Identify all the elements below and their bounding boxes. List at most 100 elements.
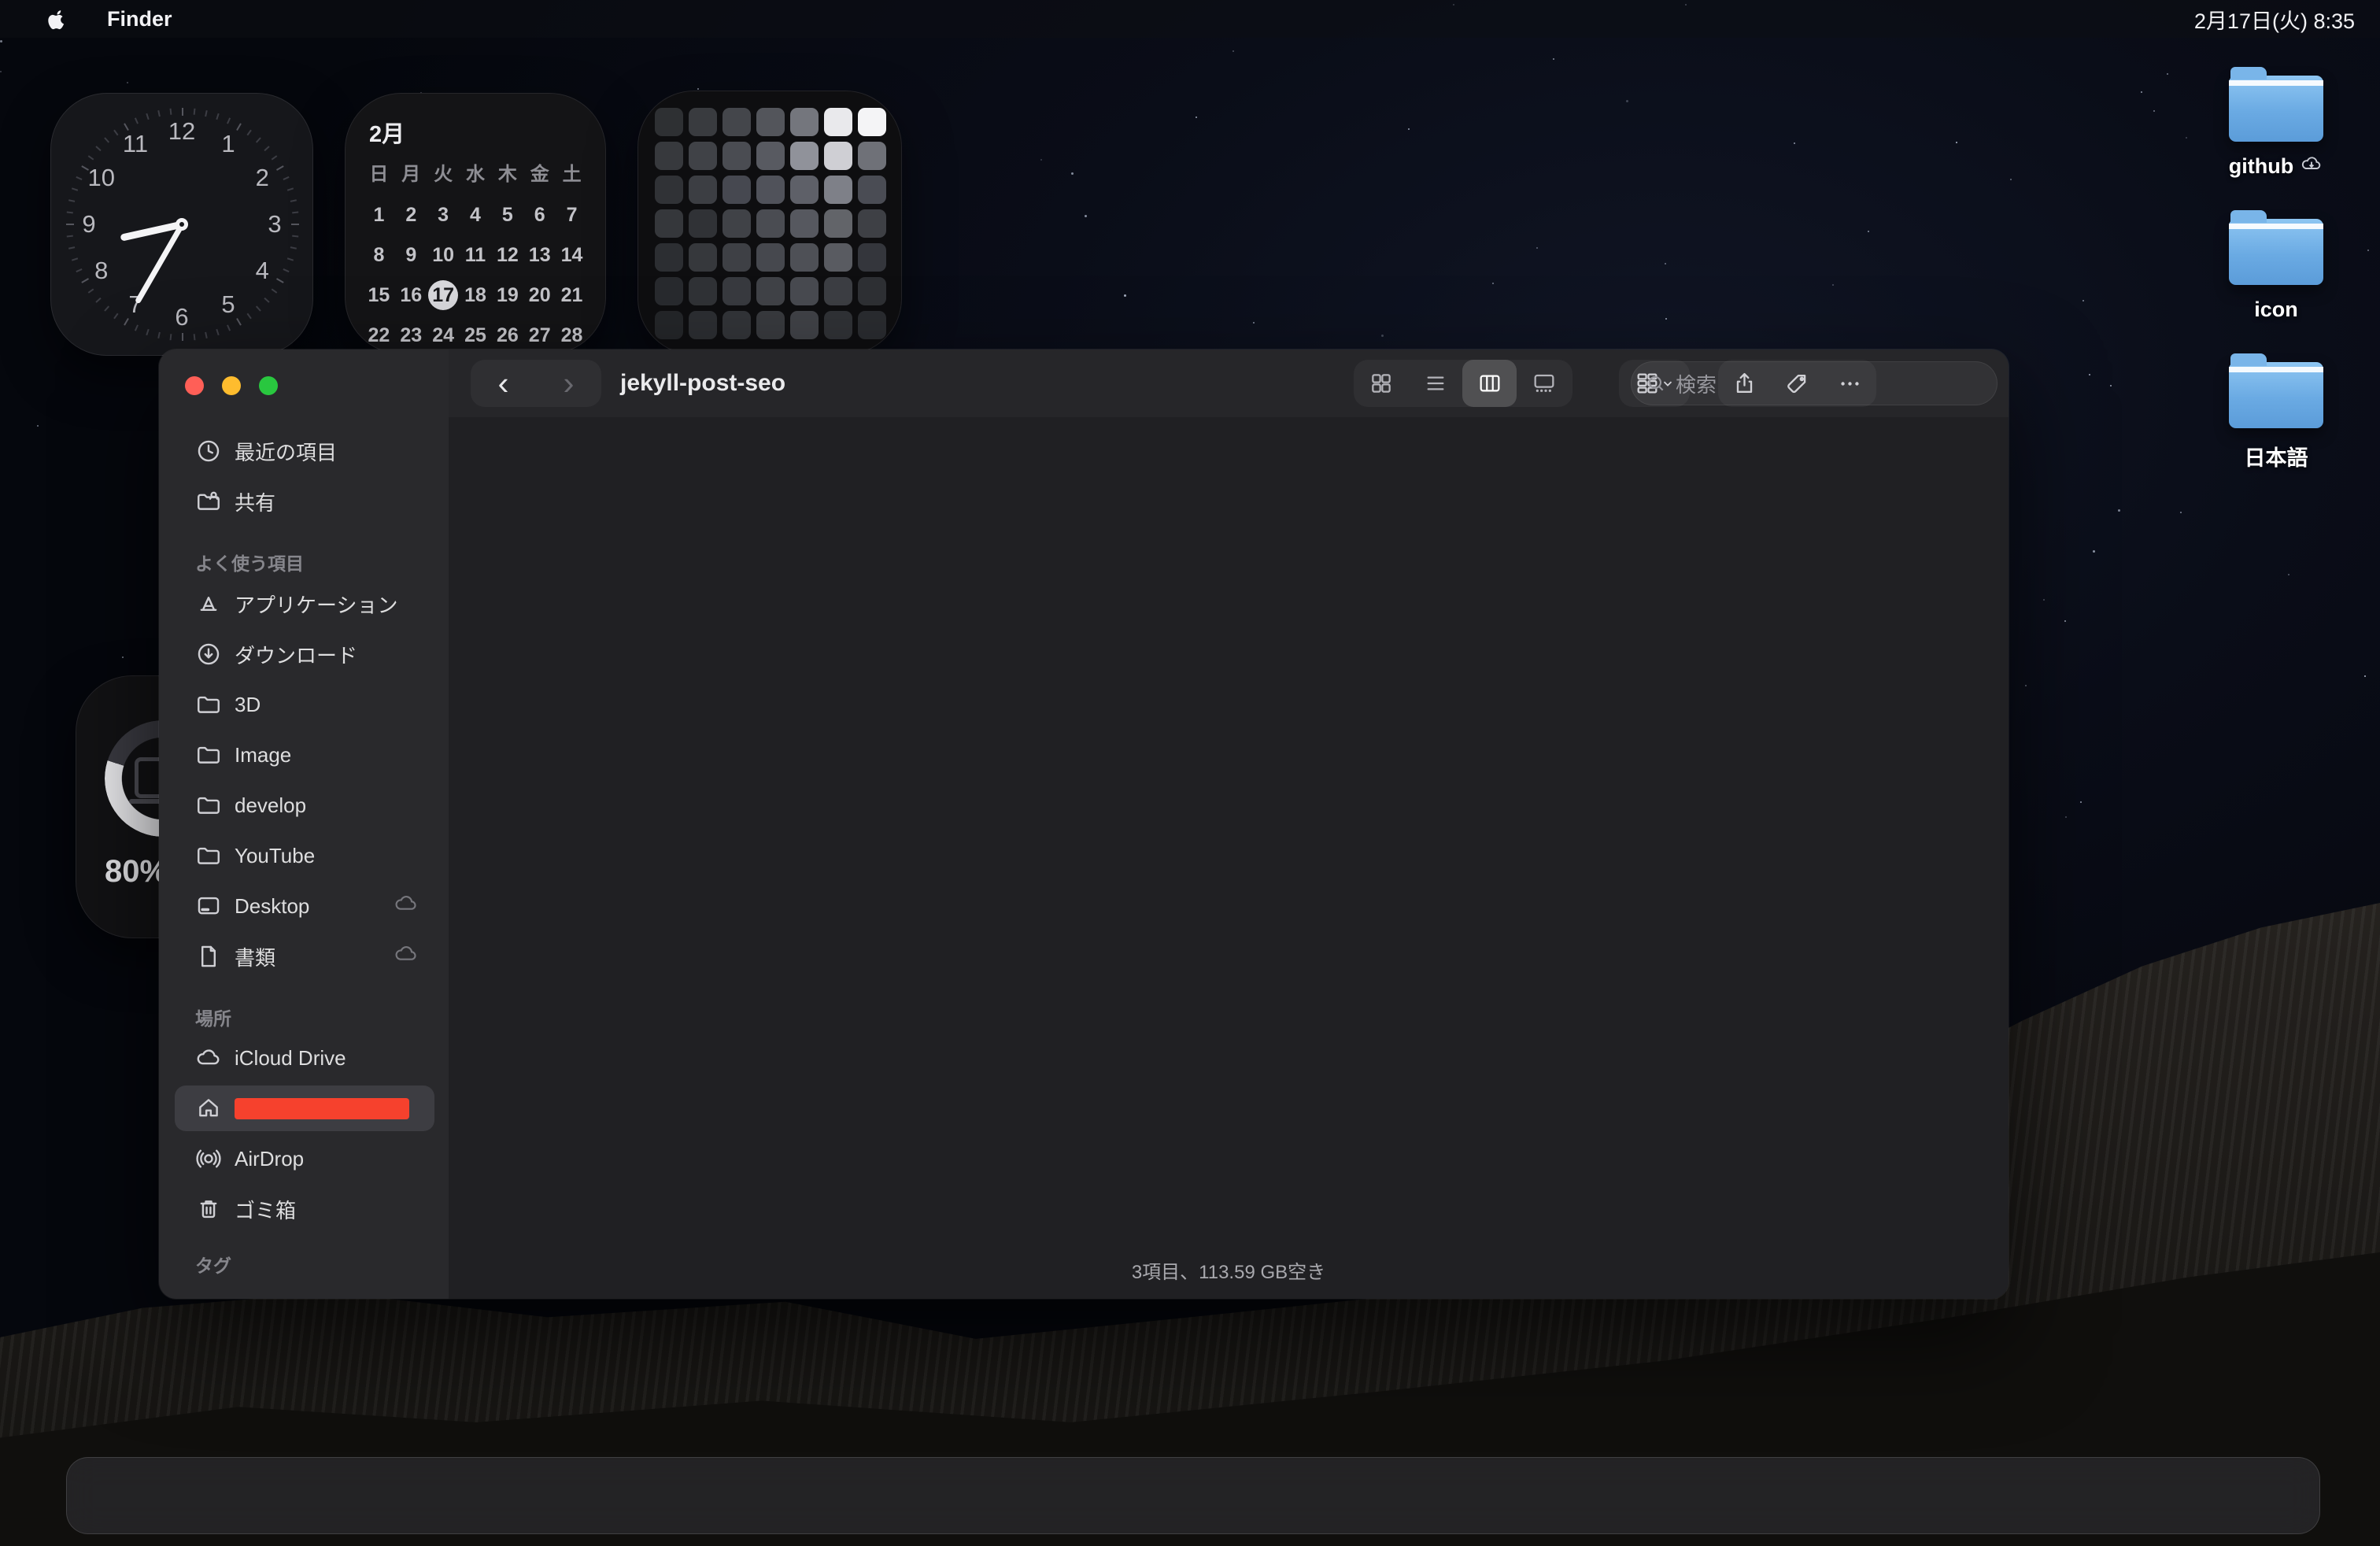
sidebar-item-YouTube[interactable]: YouTube <box>175 833 434 878</box>
calendar-day[interactable]: 23 <box>395 320 427 350</box>
clock-tick <box>88 155 94 160</box>
calendar-day[interactable]: 21 <box>556 280 588 310</box>
grid-cell <box>858 209 886 238</box>
calendar-day[interactable]: 14 <box>556 240 588 270</box>
grid-cell <box>790 108 819 136</box>
document-icon <box>195 943 222 970</box>
calendar-grid: 日月火水木金土123456789101112131415161718192021… <box>363 160 588 350</box>
clock-tick <box>205 110 208 117</box>
sidebar-item-最近の項目[interactable]: 最近の項目 <box>175 428 434 474</box>
desktop-folder-2[interactable]: icon <box>2205 219 2347 322</box>
sidebar-item-ゴミ箱[interactable]: ゴミ箱 <box>175 1186 434 1232</box>
grid-cell <box>824 142 852 170</box>
sidebar-item-Desktop[interactable]: Desktop <box>175 883 434 929</box>
search-icon <box>1646 373 1666 394</box>
star <box>1040 159 1042 161</box>
clock-number: 2 <box>246 162 278 194</box>
calendar-day[interactable]: 12 <box>491 240 523 270</box>
calendar-day[interactable]: 28 <box>556 320 588 350</box>
star <box>0 40 2 43</box>
view-columns-button[interactable] <box>1462 360 1517 407</box>
star <box>1665 318 1667 320</box>
calendar-day[interactable]: 25 <box>460 320 492 350</box>
sidebar-item-ダウンロード[interactable]: ダウンロード <box>175 631 434 677</box>
menu-bar-clock[interactable]: 2月17日(火) 8:35 <box>2186 4 2363 35</box>
calendar-weekday: 日 <box>363 160 395 190</box>
star <box>2167 73 2168 75</box>
calendar-day[interactable]: 13 <box>523 240 556 270</box>
clock-tick <box>170 109 172 115</box>
desktop-folder-1[interactable]: github <box>2205 76 2347 179</box>
calendar-day[interactable]: 5 <box>491 200 523 230</box>
sidebar-item-label: YouTube <box>235 844 315 868</box>
sidebar-item-label: Desktop <box>235 894 309 919</box>
menu-app-name[interactable]: Finder <box>88 0 191 38</box>
apple-menu-icon[interactable] <box>27 0 88 38</box>
clock-tick <box>272 288 278 293</box>
sidebar-item-iCloud Drive[interactable]: iCloud Drive <box>175 1035 434 1081</box>
clock-tick <box>113 130 118 136</box>
calendar-day[interactable]: 20 <box>523 280 556 310</box>
calendar-day[interactable]: 27 <box>523 320 556 350</box>
back-button[interactable]: ‹ <box>498 364 509 402</box>
zoom-button[interactable] <box>259 376 278 395</box>
clock-tick <box>170 334 172 340</box>
view-grid-button[interactable] <box>1354 360 1408 407</box>
desktop-folder-3[interactable]: 日本語 <box>2205 362 2347 472</box>
clock-tick <box>264 146 269 151</box>
calendar-day[interactable]: 15 <box>363 280 395 310</box>
clock-tick <box>95 146 101 151</box>
calendar-day[interactable]: 24 <box>427 320 460 350</box>
grid-cell <box>790 277 819 305</box>
clock-number: 5 <box>213 289 244 320</box>
calendar-day[interactable]: 16 <box>395 280 427 310</box>
calendar-day[interactable]: 8 <box>363 240 395 270</box>
sidebar-item-書類[interactable]: 書類 <box>175 934 434 979</box>
grid-cell <box>858 176 886 204</box>
calendar-day[interactable]: 1 <box>363 200 395 230</box>
calendar-day[interactable]: 4 <box>460 200 492 230</box>
view-list-button[interactable] <box>1408 360 1462 407</box>
calendar-month: 2月 <box>369 116 588 149</box>
sidebar-item-Image[interactable]: Image <box>175 732 434 778</box>
calendar-day[interactable]: 18 <box>460 280 492 310</box>
star <box>2153 110 2155 112</box>
sidebar-item-共有[interactable]: 共有 <box>175 479 434 524</box>
calendar-day[interactable]: 2 <box>395 200 427 230</box>
clock-number: 1 <box>213 128 244 160</box>
star <box>122 656 124 658</box>
clock-tick <box>291 224 299 225</box>
cloud-icon <box>195 1045 222 1071</box>
contribution-grid-widget[interactable] <box>638 91 902 355</box>
sidebar-item-アプリケーション[interactable]: アプリケーション <box>175 581 434 627</box>
grid-cell <box>756 311 785 339</box>
calendar-day[interactable]: 22 <box>363 320 395 350</box>
sidebar-item-3D[interactable]: 3D <box>175 682 434 727</box>
calendar-widget[interactable]: 2月 日月火水木金土123456789101112131415161718192… <box>345 93 606 354</box>
close-button[interactable] <box>185 376 204 395</box>
calendar-day[interactable]: 9 <box>395 240 427 270</box>
clock-tick <box>135 117 139 124</box>
folder-icon <box>195 842 222 869</box>
grid-cell <box>655 176 683 204</box>
star <box>2025 685 2027 686</box>
calendar-day[interactable]: 11 <box>460 240 492 270</box>
calendar-day[interactable]: 10 <box>427 240 460 270</box>
calendar-day[interactable]: 7 <box>556 200 588 230</box>
clock-widget[interactable]: 121234567891011 <box>50 93 313 356</box>
star <box>2288 574 2289 575</box>
minimize-button[interactable] <box>222 376 241 395</box>
forward-button[interactable]: › <box>564 364 575 402</box>
calendar-day[interactable]: 19 <box>491 280 523 310</box>
calendar-day[interactable]: 6 <box>523 200 556 230</box>
search-field[interactable]: 検索 <box>1631 361 1998 405</box>
sidebar-item-AirDrop[interactable]: AirDrop <box>175 1136 434 1182</box>
view-gallery-button[interactable] <box>1517 360 1571 407</box>
sidebar-item-label: 3D <box>235 693 261 717</box>
star <box>1868 231 1869 232</box>
calendar-day[interactable]: 17 <box>427 280 460 310</box>
calendar-day[interactable]: 26 <box>491 320 523 350</box>
calendar-day[interactable]: 3 <box>427 200 460 230</box>
sidebar-item-develop[interactable]: develop <box>175 782 434 828</box>
sidebar-item-home[interactable] <box>175 1086 434 1131</box>
